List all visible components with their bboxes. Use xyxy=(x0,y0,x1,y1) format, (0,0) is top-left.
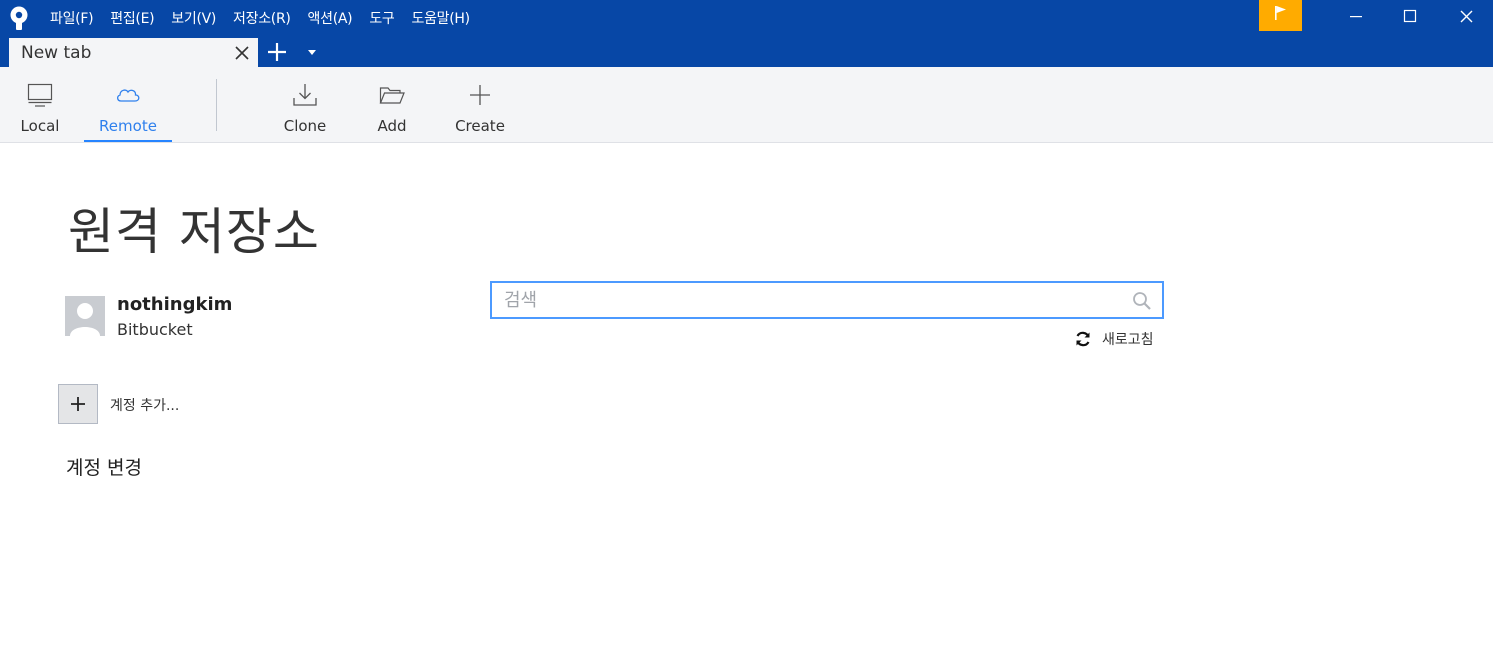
title-bar: 파일(F) 편집(E) 보기(V) 저장소(R) 액션(A) 도구 도움말(H) xyxy=(0,0,1493,36)
close-icon xyxy=(1460,10,1473,23)
local-tab-button[interactable]: Local xyxy=(12,67,68,142)
account-name: nothingkim xyxy=(117,294,233,315)
clone-label: Clone xyxy=(283,117,327,135)
plus-icon xyxy=(470,85,490,105)
tab-dropdown-chevron-icon[interactable] xyxy=(306,47,318,57)
add-account-label[interactable]: 계정 추가... xyxy=(110,395,179,415)
new-tab-plus-icon[interactable] xyxy=(266,41,288,63)
download-icon xyxy=(293,84,317,106)
minimize-button[interactable] xyxy=(1328,0,1384,33)
local-label: Local xyxy=(20,117,60,135)
tab-strip: New tab xyxy=(0,36,1493,67)
refresh-icon xyxy=(1076,331,1090,347)
refresh-button[interactable]: 새로고침 xyxy=(1074,328,1154,350)
folder-open-icon xyxy=(379,87,405,104)
create-button[interactable]: Create xyxy=(450,67,510,142)
tab-new-tab[interactable]: New tab xyxy=(9,38,258,67)
page-title: 원격 저장소 xyxy=(68,203,320,261)
search-icon[interactable] xyxy=(1132,291,1152,311)
flag-button[interactable] xyxy=(1259,0,1302,31)
monitor-icon xyxy=(27,83,53,107)
refresh-label: 새로고침 xyxy=(1102,332,1154,348)
remote-label: Remote xyxy=(99,117,157,135)
sourcetree-logo-icon xyxy=(10,6,28,30)
plus-icon xyxy=(71,397,85,411)
user-silhouette-icon xyxy=(65,296,105,336)
menu-help[interactable]: 도움말(H) xyxy=(411,8,470,28)
toolbar-divider xyxy=(216,79,217,131)
add-button[interactable]: Add xyxy=(366,67,418,142)
cloud-icon xyxy=(117,89,140,102)
create-label: Create xyxy=(455,117,505,135)
close-window-button[interactable] xyxy=(1438,0,1493,33)
menu-tools[interactable]: 도구 xyxy=(369,8,394,28)
switch-account-link[interactable]: 계정 변경 xyxy=(66,453,142,480)
search-box[interactable] xyxy=(490,281,1164,319)
menu-actions[interactable]: 액션(A) xyxy=(308,8,353,28)
tab-close-icon[interactable] xyxy=(234,45,250,61)
account-service: Bitbucket xyxy=(117,320,193,339)
menu-bar: 파일(F) 편집(E) 보기(V) 저장소(R) 액션(A) 도구 도움말(H) xyxy=(50,0,487,36)
add-label: Add xyxy=(377,117,407,135)
flag-icon xyxy=(1275,6,1286,20)
maximize-button[interactable] xyxy=(1382,0,1438,33)
add-account-button[interactable] xyxy=(58,384,98,424)
toolbar: Local Remote Clone Add Create xyxy=(0,67,1493,143)
remote-tab-button[interactable]: Remote xyxy=(84,67,172,142)
clone-button[interactable]: Clone xyxy=(276,67,334,142)
tab-label: New tab xyxy=(21,43,92,63)
menu-edit[interactable]: 편집(E) xyxy=(110,8,154,28)
menu-repository[interactable]: 저장소(R) xyxy=(233,8,291,28)
menu-view[interactable]: 보기(V) xyxy=(171,8,216,28)
avatar xyxy=(65,296,105,336)
search-input[interactable] xyxy=(504,286,1114,314)
menu-file[interactable]: 파일(F) xyxy=(50,8,94,28)
minimize-icon xyxy=(1350,16,1362,18)
maximize-icon xyxy=(1403,9,1417,23)
